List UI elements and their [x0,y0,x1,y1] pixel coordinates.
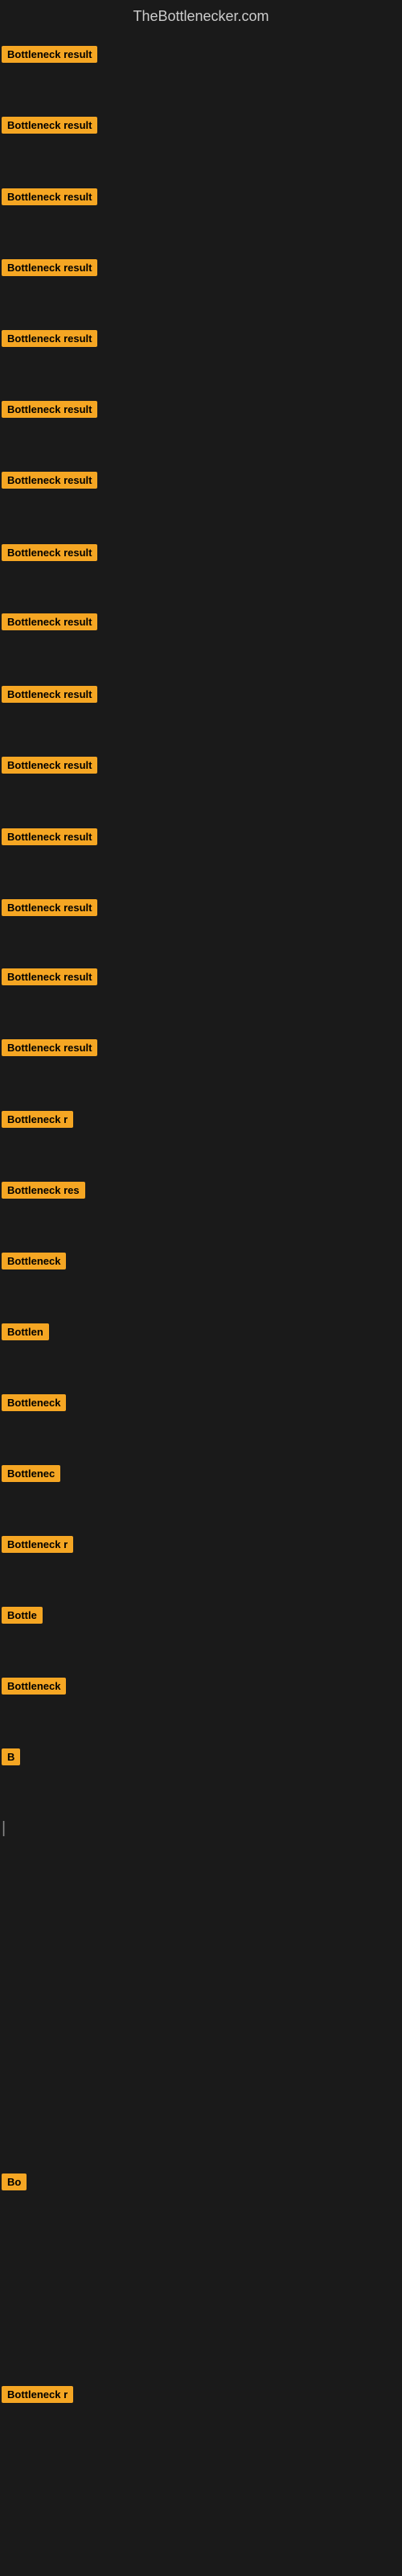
bottleneck-badge[interactable]: Bottleneck result [2,46,97,63]
list-item: Bottleneck result [2,259,97,276]
bottleneck-badge[interactable]: Bottleneck result [2,472,97,489]
bottleneck-badge[interactable]: Bottlen [2,1323,49,1340]
bottleneck-badge[interactable]: Bottleneck [2,1394,66,1411]
list-item: Bottleneck [2,1394,66,1411]
list-item: Bottleneck res [2,1182,85,1199]
site-title: TheBottlenecker.com [0,0,402,30]
list-item: Bottleneck result [2,544,97,561]
list-item: Bottleneck result [2,117,97,134]
list-item: | [2,1819,6,1838]
page-wrapper: TheBottlenecker.com Bottleneck result Bot… [0,0,402,2576]
list-item: Bottleneck result [2,46,97,63]
bottleneck-badge[interactable]: Bottlenec [2,1465,60,1482]
list-item: Bottleneck result [2,330,97,347]
list-item: Bottleneck result [2,686,97,703]
list-item: Bottleneck result [2,1039,97,1056]
list-item: Bo [2,2174,27,2190]
bottleneck-badge[interactable]: Bottleneck result [2,544,97,561]
bottleneck-badge[interactable]: Bottleneck result [2,828,97,845]
list-item: Bottleneck result [2,472,97,489]
bottleneck-badge[interactable]: Bottleneck result [2,117,97,134]
bottleneck-badge[interactable]: Bottleneck result [2,613,97,630]
bottleneck-badge[interactable]: Bottleneck result [2,968,97,985]
list-item: Bottleneck result [2,899,97,916]
bottleneck-badge[interactable]: Bottleneck res [2,1182,85,1199]
bottleneck-badge[interactable]: Bottle [2,1607,43,1624]
list-item: Bottlen [2,1323,49,1340]
bottleneck-badge[interactable]: Bottleneck r [2,2386,73,2403]
bottleneck-badge[interactable]: Bottleneck result [2,259,97,276]
bottleneck-badge[interactable]: Bottleneck [2,1253,66,1269]
bottleneck-badge[interactable]: B [2,1748,20,1765]
bottleneck-badge[interactable]: Bo [2,2174,27,2190]
list-item: B [2,1748,20,1765]
list-item: Bottleneck r [2,1536,73,1553]
list-item: Bottleneck result [2,613,97,630]
list-item: Bottleneck r [2,1111,73,1128]
bottleneck-badge[interactable]: Bottleneck r [2,1111,73,1128]
list-item: Bottleneck result [2,401,97,418]
bottleneck-badge[interactable]: Bottleneck result [2,757,97,774]
bottleneck-badge[interactable]: Bottleneck result [2,188,97,205]
bottleneck-badge[interactable]: Bottleneck result [2,401,97,418]
list-item: Bottleneck result [2,828,97,845]
bottleneck-badge[interactable]: Bottleneck r [2,1536,73,1553]
list-item: Bottleneck result [2,968,97,985]
list-item: Bottleneck result [2,188,97,205]
bottleneck-badge[interactable]: Bottleneck result [2,899,97,916]
list-item: Bottle [2,1607,43,1624]
bottleneck-badge[interactable]: Bottleneck result [2,1039,97,1056]
list-item: Bottleneck r [2,2386,73,2403]
bottleneck-badge[interactable]: Bottleneck result [2,330,97,347]
bottleneck-badge[interactable]: Bottleneck result [2,686,97,703]
list-item: Bottlenec [2,1465,60,1482]
list-item: Bottleneck [2,1678,66,1695]
list-item: Bottleneck [2,1253,66,1269]
list-item: Bottleneck result [2,757,97,774]
bottleneck-badge[interactable]: Bottleneck [2,1678,66,1695]
